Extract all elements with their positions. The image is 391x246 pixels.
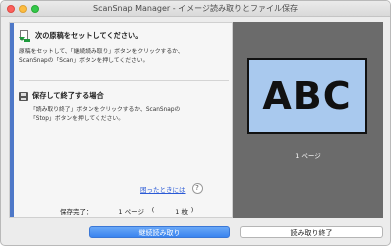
document-feed-icon <box>19 29 30 43</box>
step-divider <box>19 80 229 81</box>
step2-description: 「読み取り終了」ボタンをクリックするか、ScanSnapの 「Stop」ボタンを… <box>30 107 181 122</box>
saved-page-count: 1 ページ <box>118 208 144 216</box>
save-status: 保存完了： 1 ページ ( 1 枚 ) <box>60 206 196 216</box>
current-step-indicator <box>10 23 14 217</box>
step1-description: 原稿をセットして、「継続読み取り」ボタンをクリックするか、 ScanSnapの「… <box>19 49 184 64</box>
help-icon[interactable]: ? <box>191 183 203 194</box>
troubleshooting-link[interactable]: 困ったときには <box>140 184 186 194</box>
step-save-and-finish: 保存して終了する場合 「読み取り終了」ボタンをクリックするか、ScanSnapの… <box>19 89 229 124</box>
continue-scanning-button[interactable]: 継続読み取り <box>89 226 230 238</box>
instructions-panel: 次の原稿をセットしてください。 原稿をセットして、「継続読み取り」ボタンをクリッ… <box>9 22 233 218</box>
help-row: 困ったときには ? <box>140 183 203 194</box>
paren-open: ( <box>151 206 155 214</box>
scanned-page-thumbnail: ABC <box>247 58 367 134</box>
window-title: ScanSnap Manager - イメージ読み取りとファイル保存 <box>93 4 298 13</box>
finish-scanning-button[interactable]: 読み取り終了 <box>240 226 383 238</box>
step2-title: 保存して終了する場合 <box>32 91 104 100</box>
preview-panel: ABC 1 ページ <box>233 22 383 218</box>
paren-close: ) <box>190 206 194 214</box>
saved-sheet-count: 1 枚 <box>175 208 188 216</box>
title-bar[interactable]: ScanSnap Manager - イメージ読み取りとファイル保存 <box>1 1 390 17</box>
preview-page-label: 1 ページ <box>295 152 321 160</box>
save-status-label: 保存完了： <box>60 208 93 216</box>
save-icon <box>19 91 28 101</box>
thumbnail-content: ABC <box>262 74 352 118</box>
scan-dialog-window: ScanSnap Manager - イメージ読み取りとファイル保存 次の原稿を… <box>0 0 391 246</box>
step-set-next-document: 次の原稿をセットしてください。 原稿をセットして、「継続読み取り」ボタンをクリッ… <box>19 29 229 66</box>
step1-title: 次の原稿をセットしてください。 <box>35 31 143 40</box>
